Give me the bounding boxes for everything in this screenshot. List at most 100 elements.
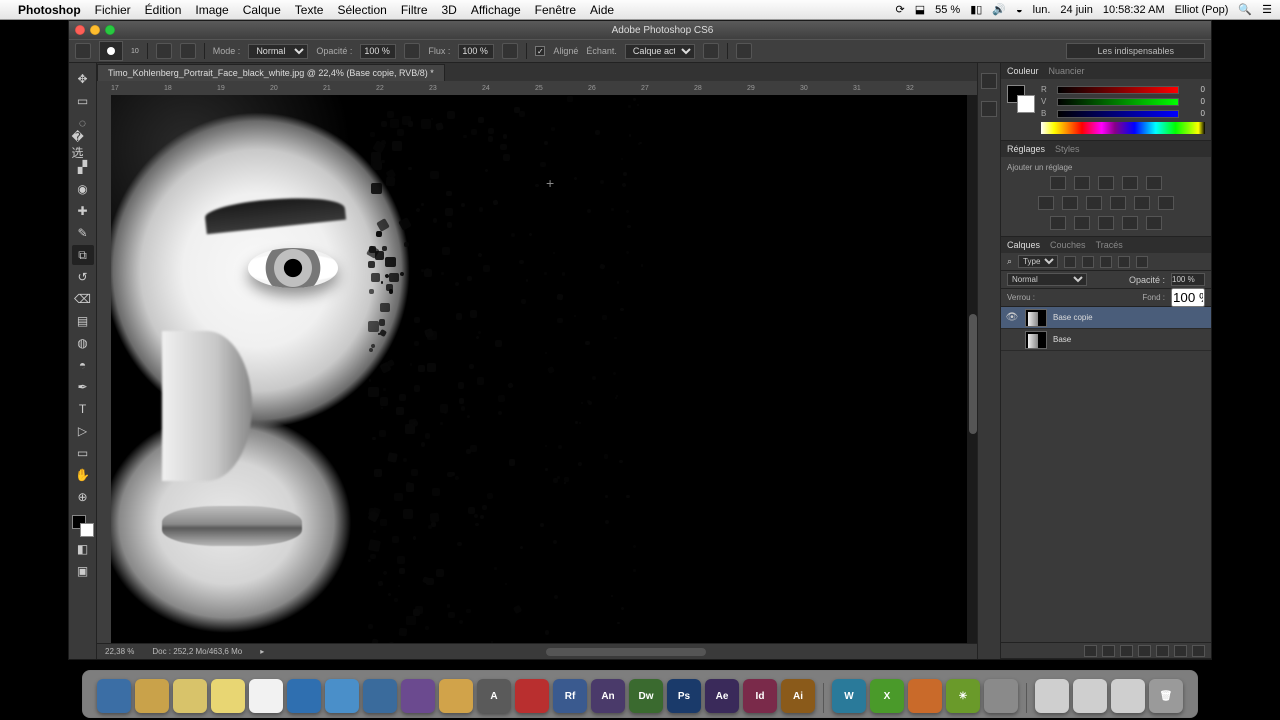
color-b-value[interactable]: 0 <box>1185 109 1205 118</box>
ruler-horizontal[interactable]: 17181920212223242526272829303132 <box>97 81 977 95</box>
tab-styles[interactable]: Styles <box>1055 144 1080 154</box>
adj-color-balance-icon[interactable] <box>1062 196 1078 210</box>
tool-history-brush[interactable]: ↺ <box>72 267 94 287</box>
filter-smart-icon[interactable] <box>1136 256 1148 268</box>
adj-exposure-icon[interactable] <box>1122 176 1138 190</box>
tool-blur[interactable]: ◍ <box>72 333 94 353</box>
dock-app-icon[interactable] <box>249 679 283 713</box>
tool-healing[interactable]: ✚ <box>72 201 94 221</box>
tool-dodge[interactable]: ◓ <box>72 355 94 375</box>
color-panel-swatches[interactable] <box>1007 85 1035 113</box>
tool-brush[interactable]: ✎ <box>72 223 94 243</box>
dock-app-icon[interactable]: Rf <box>553 679 587 713</box>
adj-bw-icon[interactable] <box>1086 196 1102 210</box>
dock-minimized-window[interactable] <box>1035 679 1069 713</box>
tab-nuancier[interactable]: Nuancier <box>1049 66 1085 76</box>
menu-fenetre[interactable]: Fenêtre <box>535 3 576 17</box>
tool-quick-select[interactable]: �选 <box>72 135 94 155</box>
airbrush-icon[interactable] <box>502 43 518 59</box>
new-layer-icon[interactable] <box>1174 645 1187 657</box>
layer-filter-type[interactable]: Type <box>1018 255 1058 268</box>
notification-center-icon[interactable]: ☰ <box>1262 3 1272 16</box>
dock-app-icon[interactable] <box>135 679 169 713</box>
filter-pixel-icon[interactable] <box>1064 256 1076 268</box>
dock-app-icon[interactable]: Ae <box>705 679 739 713</box>
dock-app-icon[interactable] <box>211 679 245 713</box>
dock-app-icon[interactable] <box>325 679 359 713</box>
tool-pen[interactable]: ✒ <box>72 377 94 397</box>
tab-traces[interactable]: Tracés <box>1096 240 1123 250</box>
color-swatches[interactable] <box>72 515 94 537</box>
layer-blend-select[interactable]: Normal <box>1007 273 1087 286</box>
horizontal-scrollbar[interactable] <box>546 648 706 656</box>
color-r-value[interactable]: 0 <box>1185 85 1205 94</box>
user-name[interactable]: Elliot (Pop) <box>1175 4 1229 16</box>
dock-app-icon[interactable]: Dw <box>629 679 663 713</box>
menu-affichage[interactable]: Affichage <box>471 3 521 17</box>
color-b-slider[interactable] <box>1057 110 1179 118</box>
doc-info-arrow[interactable]: ▸ <box>260 647 264 656</box>
color-r-slider[interactable] <box>1057 86 1179 94</box>
menu-fichier[interactable]: Fichier <box>95 3 131 17</box>
menu-3d[interactable]: 3D <box>442 3 457 17</box>
menu-calque[interactable]: Calque <box>243 3 281 17</box>
layer-style-icon[interactable] <box>1102 645 1115 657</box>
sync-icon[interactable]: ⟳ <box>896 3 905 16</box>
app-name[interactable]: Photoshop <box>18 3 81 17</box>
background-color[interactable] <box>80 523 94 537</box>
canvas[interactable]: + <box>111 95 967 643</box>
volume-icon[interactable]: 🔊 <box>992 3 1006 16</box>
dock-app-icon[interactable]: Id <box>743 679 777 713</box>
layer-row[interactable]: Base <box>1001 329 1211 351</box>
spotlight-icon[interactable]: 🔍 <box>1238 3 1252 16</box>
layer-fill-input[interactable] <box>1171 288 1205 307</box>
tool-marquee[interactable]: ▭ <box>72 91 94 111</box>
dock-app-icon[interactable]: W <box>832 679 866 713</box>
layer-opacity-input[interactable] <box>1171 273 1205 286</box>
color-g-slider[interactable] <box>1057 98 1179 106</box>
tool-crop[interactable]: ▞ <box>72 157 94 177</box>
brush-preset-picker[interactable] <box>99 41 123 61</box>
tool-path-select[interactable]: ▷ <box>72 421 94 441</box>
sample-mode-select[interactable]: Calque actif <box>625 44 695 59</box>
dock-app-icon[interactable]: A <box>477 679 511 713</box>
delete-layer-icon[interactable] <box>1192 645 1205 657</box>
layer-visibility-icon[interactable] <box>1005 333 1019 347</box>
tool-hand[interactable]: ✋ <box>72 465 94 485</box>
tab-calques[interactable]: Calques <box>1007 240 1040 250</box>
adj-color-lookup-icon[interactable] <box>1158 196 1174 210</box>
filter-shape-icon[interactable] <box>1118 256 1130 268</box>
adj-photo-filter-icon[interactable] <box>1110 196 1126 210</box>
tool-eraser[interactable]: ⌫ <box>72 289 94 309</box>
layer-mask-icon[interactable] <box>1120 645 1133 657</box>
menu-selection[interactable]: Sélection <box>337 3 386 17</box>
document-tab[interactable]: Timo_Kohlenberg_Portrait_Face_black_whit… <box>97 64 445 81</box>
blend-mode-select[interactable]: Normal <box>248 44 308 59</box>
tool-clone-stamp[interactable]: ⧉ <box>72 245 94 265</box>
adj-threshold-icon[interactable] <box>1098 216 1114 230</box>
screen-mode-icon[interactable]: ▣ <box>72 561 94 581</box>
filter-type-icon[interactable] <box>1100 256 1112 268</box>
adj-brightness-icon[interactable] <box>1050 176 1066 190</box>
flyout-history-icon[interactable] <box>981 73 997 89</box>
wifi-icon[interactable]: ◒ <box>1016 4 1023 16</box>
pressure-opacity-icon[interactable] <box>404 43 420 59</box>
dock-app-icon[interactable] <box>173 679 207 713</box>
menu-filtre[interactable]: Filtre <box>401 3 428 17</box>
layer-name[interactable]: Base <box>1053 335 1071 344</box>
dock-app-icon[interactable] <box>97 679 131 713</box>
dock-minimized-window[interactable] <box>1073 679 1107 713</box>
dock-minimized-window[interactable] <box>1111 679 1145 713</box>
color-spectrum[interactable] <box>1041 122 1205 134</box>
battery-icon[interactable]: ▮▯ <box>970 3 982 16</box>
tool-type[interactable]: T <box>72 399 94 419</box>
tab-reglages[interactable]: Réglages <box>1007 144 1045 154</box>
adj-channel-mixer-icon[interactable] <box>1134 196 1150 210</box>
tool-move[interactable]: ✥ <box>72 69 94 89</box>
window-zoom-button[interactable] <box>105 25 115 35</box>
dock-app-icon[interactable] <box>515 679 549 713</box>
window-minimize-button[interactable] <box>90 25 100 35</box>
adj-vibrance-icon[interactable] <box>1146 176 1162 190</box>
tool-eyedropper[interactable]: ◉ <box>72 179 94 199</box>
dock-trash-icon[interactable]: 🗑 <box>1149 679 1183 713</box>
